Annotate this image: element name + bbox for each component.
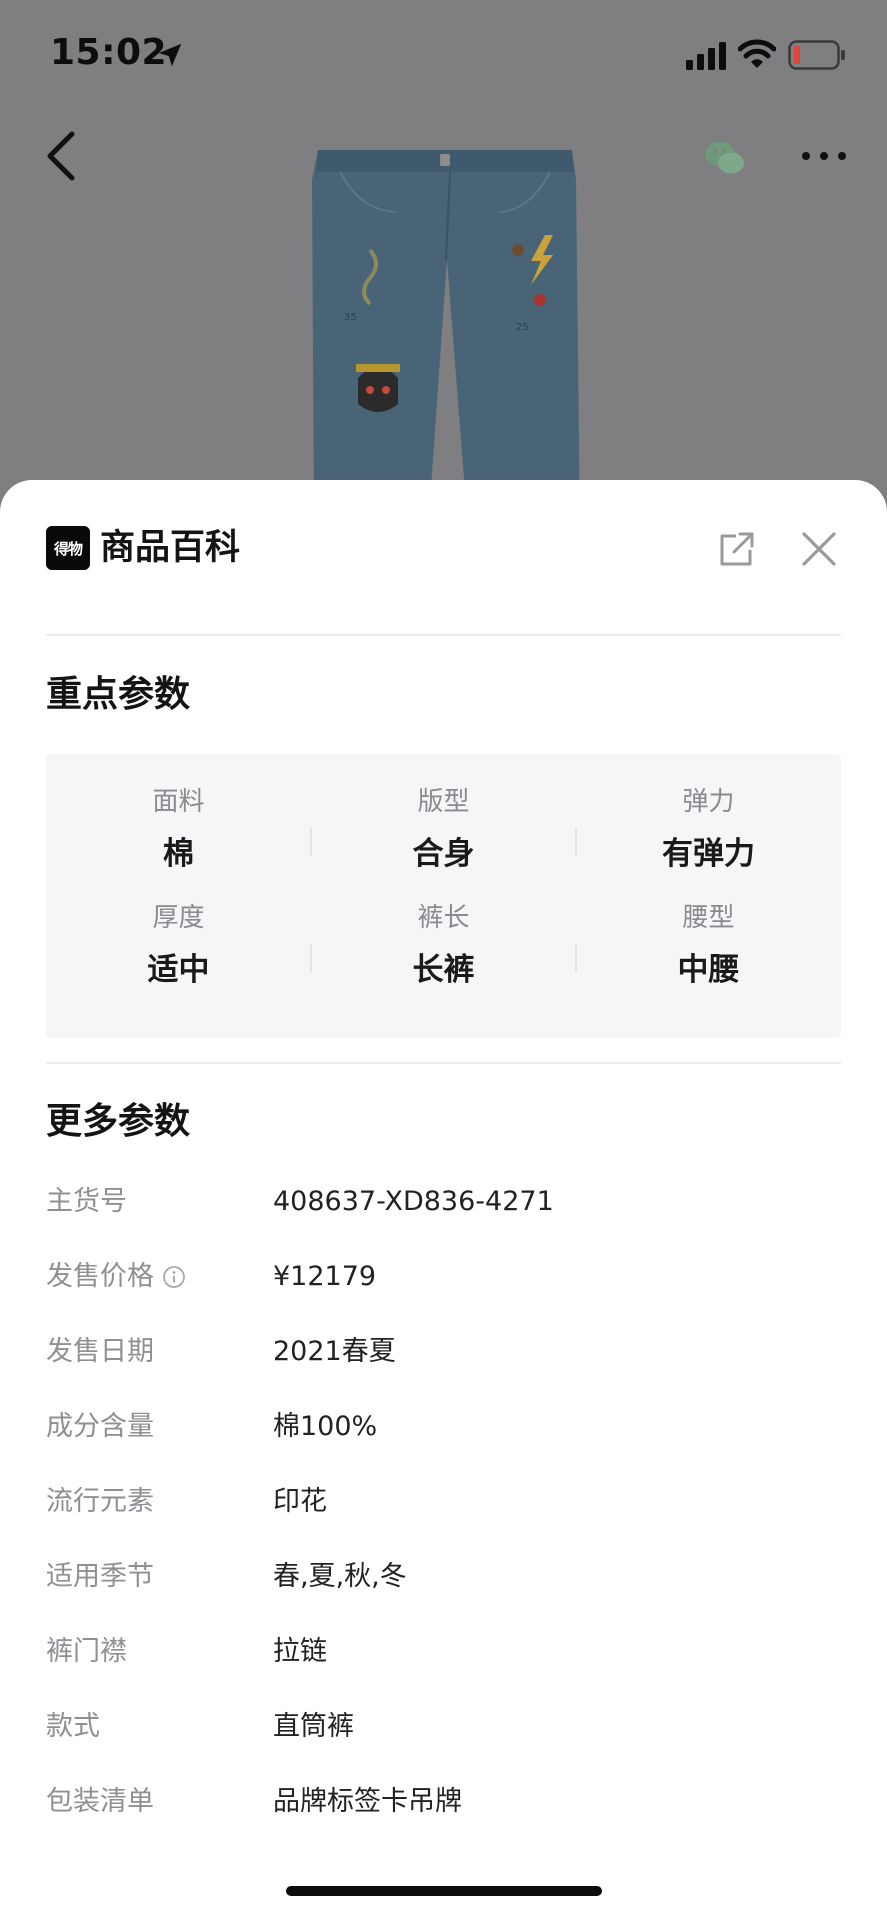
param-row-package: 包装清单 品牌标签卡吊牌 [46,1782,841,1842]
status-time: 15:02 [50,32,168,73]
param-value: 直筒裤 [273,1711,354,1742]
key-param-fabric: 面料 棉 [46,784,311,876]
param-row-composition: 成分含量 棉100% [46,1407,841,1467]
key-param-label: 弹力 [682,787,735,817]
key-param-label: 裤长 [417,903,470,933]
product-wiki-sheet: 得物 商品百科 重点参数 面料 棉 版型 合身 弹力 有弹力 厚度 适中 裤长 … [0,480,887,1920]
key-param-value: 中腰 [677,952,740,988]
status-bar: 15:02 [0,0,887,110]
param-label-text: 主货号 [46,1186,127,1217]
param-value: 品牌标签卡吊牌 [273,1786,462,1817]
background-page: 15:02 35 25 [0,0,887,530]
key-param-thickness: 厚度 适中 [46,900,311,992]
key-params-title: 重点参数 [46,674,191,715]
param-label: 发售日期 [46,1332,154,1372]
key-param-length: 裤长 长裤 [311,900,576,992]
brand-logo-text: 得物 [53,539,83,558]
key-param-label: 厚度 [152,903,205,933]
home-indicator[interactable] [286,1886,602,1896]
param-label: 发售价格 [46,1257,186,1297]
wifi-icon [738,39,776,68]
param-label: 裤门襟 [46,1632,127,1672]
more-params-title: 更多参数 [46,1101,191,1142]
close-x-icon[interactable] [800,530,838,568]
location-arrow-icon [158,43,182,67]
key-param-value: 棉 [163,836,194,872]
param-row-article-number: 主货号 408637-XD836-4271 [46,1182,841,1242]
param-row-fly: 裤门襟 拉链 [46,1632,841,1692]
key-param-label: 腰型 [682,903,735,933]
param-label-text: 适用季节 [46,1561,154,1592]
key-param-separator [575,828,577,856]
param-label: 适用季节 [46,1557,154,1597]
info-circle-icon[interactable] [162,1265,186,1289]
key-param-elasticity: 弹力 有弹力 [576,784,841,876]
param-value: 408637-XD836-4271 [273,1186,554,1217]
param-row-season: 适用季节 春,夏,秋,冬 [46,1557,841,1617]
param-label-text: 包装清单 [46,1786,154,1817]
key-params-panel: 面料 棉 版型 合身 弹力 有弹力 厚度 适中 裤长 长裤 腰型 中腰 [46,754,841,1038]
key-param-label: 版型 [417,787,470,817]
param-label: 成分含量 [46,1407,154,1447]
key-param-separator [575,944,577,972]
more-dots-icon[interactable] [800,146,848,166]
sheet-title: 商品百科 [100,528,241,568]
param-label: 包装清单 [46,1782,154,1822]
key-param-separator [310,828,312,856]
param-row-trend-element: 流行元素 印花 [46,1482,841,1542]
key-param-waist: 腰型 中腰 [576,900,841,992]
svg-text:35: 35 [344,312,357,323]
section-divider [46,1062,841,1064]
wechat-icon[interactable] [703,138,747,178]
param-value: 春,夏,秋,冬 [273,1561,407,1592]
param-label-text: 裤门襟 [46,1636,127,1667]
battery-low-icon [788,40,845,70]
key-param-separator [310,944,312,972]
back-chevron-icon[interactable] [42,128,82,184]
param-row-release-price: 发售价格 ¥12179 [46,1257,841,1317]
param-label-text: 发售价格 [46,1261,154,1292]
param-label-text: 发售日期 [46,1336,154,1367]
param-value: 印花 [273,1486,327,1517]
key-param-value: 合身 [412,836,475,872]
param-label-text: 流行元素 [46,1486,154,1517]
product-jeans-image: 35 25 [312,150,580,530]
key-param-fit: 版型 合身 [311,784,576,876]
share-external-icon[interactable] [716,530,756,570]
param-value: ¥12179 [273,1261,377,1292]
param-value: 棉100% [273,1411,378,1442]
param-label-text: 款式 [46,1711,100,1742]
param-value: 2021春夏 [273,1336,396,1367]
param-label: 流行元素 [46,1482,154,1522]
key-param-value: 适中 [147,952,210,988]
param-label-text: 成分含量 [46,1411,154,1442]
header-divider [46,634,841,636]
param-row-style: 款式 直筒裤 [46,1707,841,1767]
svg-text:25: 25 [516,322,529,333]
param-label: 款式 [46,1707,100,1747]
param-row-release-date: 发售日期 2021春夏 [46,1332,841,1392]
cellular-signal-icon [686,42,726,70]
key-param-value: 长裤 [412,952,475,988]
sheet-header: 得物 商品百科 [0,480,887,635]
key-param-label: 面料 [152,787,205,817]
param-value: 拉链 [273,1636,327,1667]
param-label: 主货号 [46,1182,127,1222]
key-param-value: 有弹力 [662,836,755,872]
brand-logo: 得物 [46,526,90,570]
